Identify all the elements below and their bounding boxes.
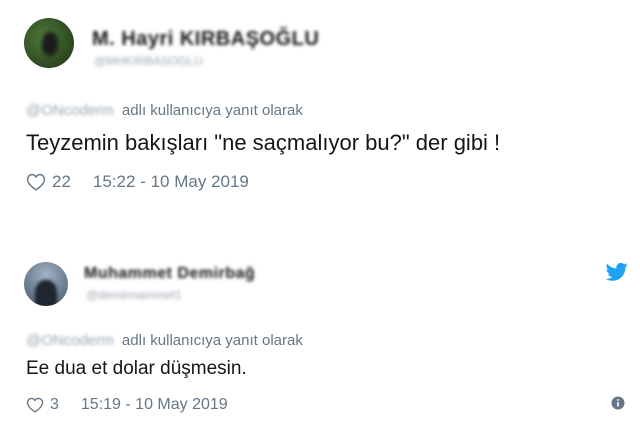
twitter-bird-icon[interactable] (605, 262, 628, 282)
tweet-text: Teyzemin bakışları "ne saçmalıyor bu?" d… (26, 130, 501, 155)
reply-context-label: adlı kullanıcıya yanıt olarak (121, 102, 303, 119)
like-count: 22 (52, 172, 71, 191)
author-display-name[interactable]: Muhammet Demirbağ (84, 265, 255, 283)
tweet-text: Ee dua et dolar düşmesin. (26, 358, 247, 379)
reply-context-label: adlı kullanıcıya yanıt olarak (121, 332, 303, 349)
author-handle[interactable]: @demirmammet1 (86, 288, 182, 302)
tweet-meta: 22 15:22 - 10 May 2019 (26, 172, 249, 192)
avatar[interactable] (24, 18, 74, 68)
heart-outline-icon[interactable] (26, 397, 44, 413)
reply-context: @ONcoderm adlı kullanıcıya yanıt olarak (26, 332, 303, 349)
tweet-meta: 3 15:19 - 10 May 2019 (26, 396, 228, 414)
reply-context: @ONcoderm adlı kullanıcıya yanıt olarak (26, 102, 303, 119)
avatar[interactable] (24, 262, 68, 306)
info-circle-icon[interactable] (611, 396, 625, 410)
author-handle[interactable]: @MHKIRBASOGLU (94, 54, 203, 68)
reply-to-user-link[interactable]: @ONcoderm (26, 332, 114, 349)
like-count: 3 (50, 396, 59, 413)
reply-to-user-link[interactable]: @ONcoderm (26, 102, 114, 119)
heart-outline-icon[interactable] (26, 173, 46, 191)
tweet-card: Muhammet Demirbağ @demirmammet1 @ONcoder… (0, 248, 640, 430)
tweet-timestamp[interactable]: 15:22 - 10 May 2019 (93, 172, 249, 192)
author-display-name[interactable]: M. Hayri KIRBAŞOĞLU (92, 28, 319, 51)
tweet-timestamp[interactable]: 15:19 - 10 May 2019 (81, 396, 228, 414)
tweet-card: M. Hayri KIRBAŞOĞLU @MHKIRBASOGLU @ONcod… (0, 0, 640, 215)
